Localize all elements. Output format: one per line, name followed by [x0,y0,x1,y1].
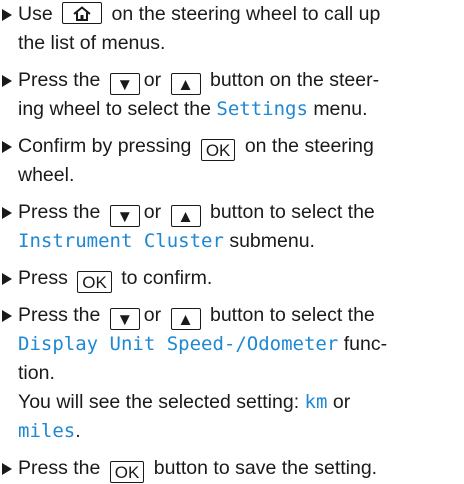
miles-option: miles [18,420,76,442]
down-arrow-button: ▼ [109,205,140,227]
down-arrow-button: ▼ [109,73,140,95]
or-text: or [143,201,162,223]
step-4-text-a: Press the [18,201,101,223]
step-3: Confirm by pressing OK on the steering w… [0,132,464,190]
step-2-text-a: Press the [18,69,101,91]
step-4-text-c: submenu. [229,230,315,252]
step-4-line-1: Press the ▼ or ▲ button to select the [18,198,464,227]
step-6-line-3: tion. [18,362,55,384]
step-1-line-2: the list of menus. [18,32,166,54]
step-3-line-2: wheel. [18,164,75,186]
or-text: or [143,69,162,91]
instrument-cluster-menu-name: Instrument Cluster [18,230,224,252]
step-1-text-b: on the steering wheel to call up [111,3,381,25]
step-3-line-1: Confirm by pressing OK on the steering [18,132,464,161]
step-5-text-a: Press [18,267,68,289]
step-6-line-5: miles. [18,417,464,446]
step-2-line-2: ing wheel to select the Settings menu. [18,95,464,124]
step-2-line-1: Press the ▼ or ▲ button on the steer- [18,66,464,95]
km-option: km [304,391,328,413]
step-1: Use on the steering wheel to call up the… [0,0,464,58]
step-5-line-1: Press OK to confirm. [18,264,464,293]
step-1-text-a: Use [18,3,53,25]
home-icon [73,6,91,21]
step-6-text-a: Press the [18,304,101,326]
step-4-text-b: button to select the [209,201,375,223]
display-unit-function-name: Display Unit Speed-/Odometer [18,333,339,355]
ok-button: OK [200,139,236,161]
step-1-line-1: Use on the steering wheel to call up [18,0,464,29]
step-6-text-e: or [332,391,351,413]
step-6-line-1: Press the ▼ or ▲ button to select the [18,301,464,330]
step-3-text-b: on the steering [244,135,374,157]
ok-button: OK [77,271,112,293]
step-6-text-d: You will see the selected setting: [18,391,300,413]
step-4: Press the ▼ or ▲ button to select the Ins… [0,198,464,256]
step-5-text-b: to confirm. [121,267,213,289]
up-arrow-button: ▲ [170,73,201,95]
step-6-text-c: func- [343,333,388,355]
step-7-text-a: Press the [18,457,101,479]
instruction-steps: Use on the steering wheel to call up the… [0,0,464,483]
step-2: Press the ▼ or ▲ button on the steer- ing… [0,66,464,124]
instruction-page: Use on the steering wheel to call up the… [0,0,464,483]
down-arrow-button: ▼ [109,308,140,330]
step-6: Press the ▼ or ▲ button to select the Dis… [0,301,464,446]
step-5: Press OK to confirm. [0,264,464,293]
step-2-text-d: menu. [313,98,368,120]
step-2-text-b: button on the steer- [209,69,380,91]
step-6-period: . [75,420,81,442]
ok-button: OK [109,461,145,483]
up-arrow-button: ▲ [170,308,201,330]
step-7-text-b: button to save the setting. [153,457,378,479]
step-6-text-b: button to select the [209,304,375,326]
step-6-line-2: Display Unit Speed-/Odometer func- [18,330,464,359]
home-button [62,2,103,24]
settings-menu-name: Settings [216,98,308,120]
step-3-text-a: Confirm by pressing [18,135,192,157]
step-2-text-c: ing wheel to select the [18,98,211,120]
up-arrow-button: ▲ [170,205,201,227]
step-6-line-4: You will see the selected setting: km or [18,388,464,417]
step-7-line-1: Press the OK button to save the setting. [18,454,464,483]
or-text: or [143,304,162,326]
step-7: Press the OK button to save the setting. [0,454,464,483]
step-4-line-2: Instrument Cluster submenu. [18,227,464,256]
